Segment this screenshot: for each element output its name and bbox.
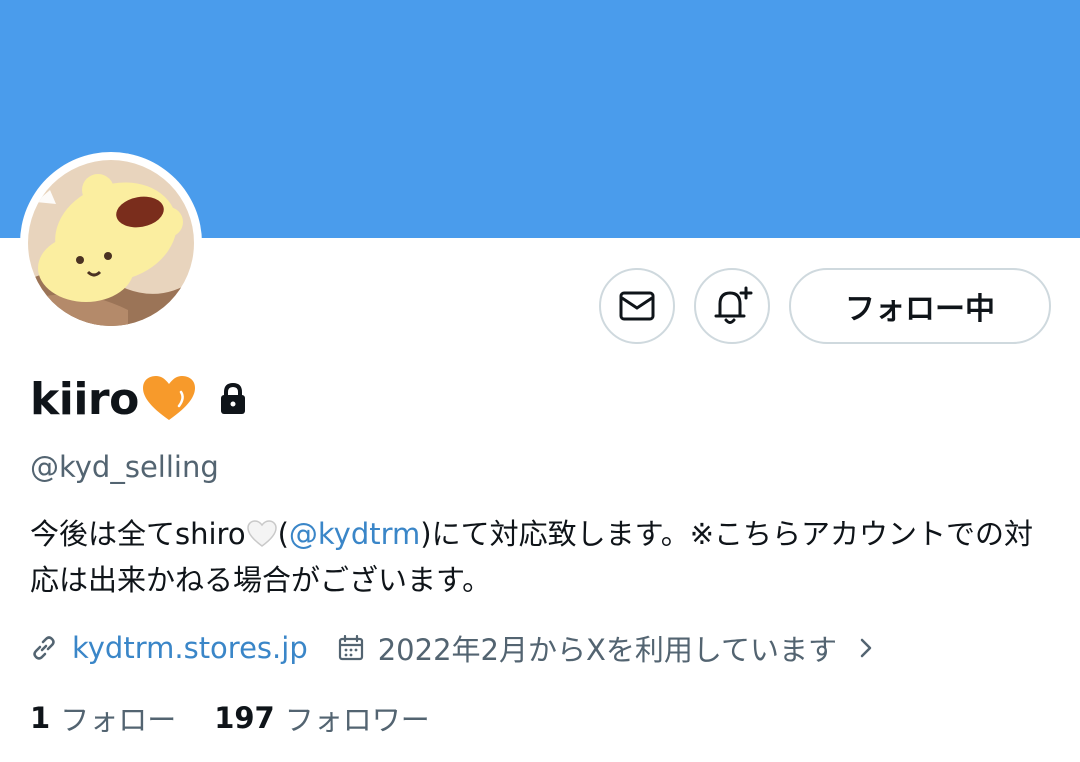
follow-stats: 1 フォロー 197 フォロワー — [30, 696, 430, 740]
notifications-button[interactable] — [694, 268, 770, 344]
display-name: kiiro — [30, 373, 139, 425]
link-icon — [30, 634, 58, 662]
name-row: kiiro — [30, 364, 249, 434]
orange-heart-icon — [141, 374, 197, 424]
followers-count: 197 — [214, 701, 275, 735]
avatar[interactable] — [28, 160, 194, 326]
profile-meta: kydtrm.stores.jp 2022年2月からXを利用しています — [30, 626, 875, 670]
bio-mention-link[interactable]: @kydtrm — [289, 517, 420, 551]
bell-plus-icon — [714, 286, 753, 324]
joined-date: 2022年2月からXを利用しています — [377, 633, 837, 667]
chevron-right-icon[interactable] — [857, 635, 875, 661]
following-button[interactable]: フォロー中 — [789, 268, 1051, 344]
user-handle: @kyd_selling — [30, 450, 219, 484]
mail-icon — [619, 291, 655, 321]
avatar-image — [28, 160, 194, 326]
followers-stat[interactable]: 197 フォロワー — [214, 697, 430, 739]
avatar-ring — [20, 152, 202, 334]
following-label: フォロー — [60, 703, 177, 737]
calendar-icon — [338, 635, 364, 661]
following-stat[interactable]: 1 フォロー — [30, 697, 176, 739]
following-count: 1 — [30, 701, 51, 735]
followers-label: フォロワー — [284, 703, 430, 737]
profile-bio: 今後は全てshiro (@kydtrm)にて対応致します。※こちらアカウントでの対… — [30, 513, 1060, 601]
lock-icon — [217, 382, 249, 416]
message-button[interactable] — [599, 268, 675, 344]
website-link[interactable]: kydtrm.stores.jp — [72, 631, 308, 665]
bio-text: 今後は全てshiro — [30, 517, 246, 551]
profile-page: フォロー中 kiiro @kyd_selling 今後は全てshiro (@kyd… — [0, 0, 1080, 762]
white-heart-icon — [246, 517, 277, 559]
bio-paren: ( — [277, 517, 289, 551]
